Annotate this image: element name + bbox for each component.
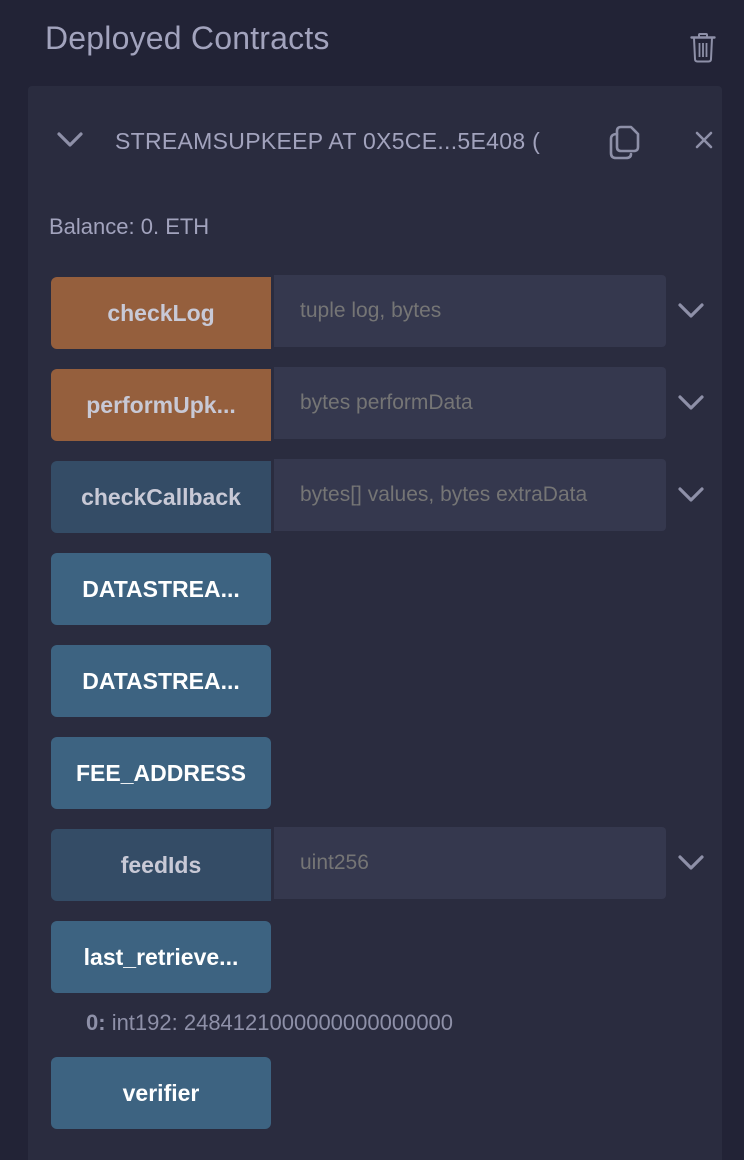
datastreams-button-2[interactable]: DATASTREA... xyxy=(51,645,271,717)
contract-header: STREAMSUPKEEP AT 0X5CE...5E408 ( xyxy=(28,86,722,196)
checklog-input[interactable] xyxy=(274,275,666,347)
feedids-button[interactable]: feedIds xyxy=(51,829,271,901)
function-row-verifier: verifier xyxy=(51,1057,711,1129)
function-row-checklog: checkLog xyxy=(51,275,711,349)
function-row-datastreams-2: DATASTREA... xyxy=(51,645,711,717)
balance-label: Balance: 0. ETH xyxy=(49,214,210,239)
result-index: 0: xyxy=(86,1010,106,1035)
function-row-feedids: feedIds xyxy=(51,827,711,901)
call-result: 0: int192: 2484121000000000000000 xyxy=(86,1010,453,1036)
contract-panel: STREAMSUPKEEP AT 0X5CE...5E408 ( Balance… xyxy=(28,86,722,1160)
checkcallback-button[interactable]: checkCallback xyxy=(51,461,271,533)
chevron-down-icon[interactable] xyxy=(677,393,705,413)
function-row-fee-address: FEE_ADDRESS xyxy=(51,737,711,809)
checklog-button[interactable]: checkLog xyxy=(51,277,271,349)
fee-address-button[interactable]: FEE_ADDRESS xyxy=(51,737,271,809)
contract-name[interactable]: STREAMSUPKEEP AT 0X5CE...5E408 ( xyxy=(115,128,557,155)
copy-icon[interactable] xyxy=(606,124,642,160)
section-title: Deployed Contracts xyxy=(45,20,330,56)
chevron-down-icon[interactable] xyxy=(677,301,705,321)
trash-icon[interactable] xyxy=(690,33,716,63)
function-row-last-retrieved: last_retrieve... xyxy=(51,921,711,993)
close-icon[interactable] xyxy=(694,130,714,150)
chevron-down-icon[interactable] xyxy=(677,853,705,873)
function-row-datastreams-1: DATASTREA... xyxy=(51,553,711,625)
last-retrieved-button[interactable]: last_retrieve... xyxy=(51,921,271,993)
function-row-performupkeep: performUpk... xyxy=(51,367,711,441)
verifier-button[interactable]: verifier xyxy=(51,1057,271,1129)
performupkeep-button[interactable]: performUpk... xyxy=(51,369,271,441)
checkcallback-input[interactable] xyxy=(274,459,666,531)
chevron-down-icon[interactable] xyxy=(677,485,705,505)
deployed-contracts-header: Deployed Contracts xyxy=(0,0,744,86)
function-row-checkcallback: checkCallback xyxy=(51,459,711,533)
performupkeep-input[interactable] xyxy=(274,367,666,439)
feedids-input[interactable] xyxy=(274,827,666,899)
result-value: int192: 2484121000000000000000 xyxy=(111,1010,454,1035)
chevron-down-icon[interactable] xyxy=(56,130,84,150)
datastreams-button-1[interactable]: DATASTREA... xyxy=(51,553,271,625)
